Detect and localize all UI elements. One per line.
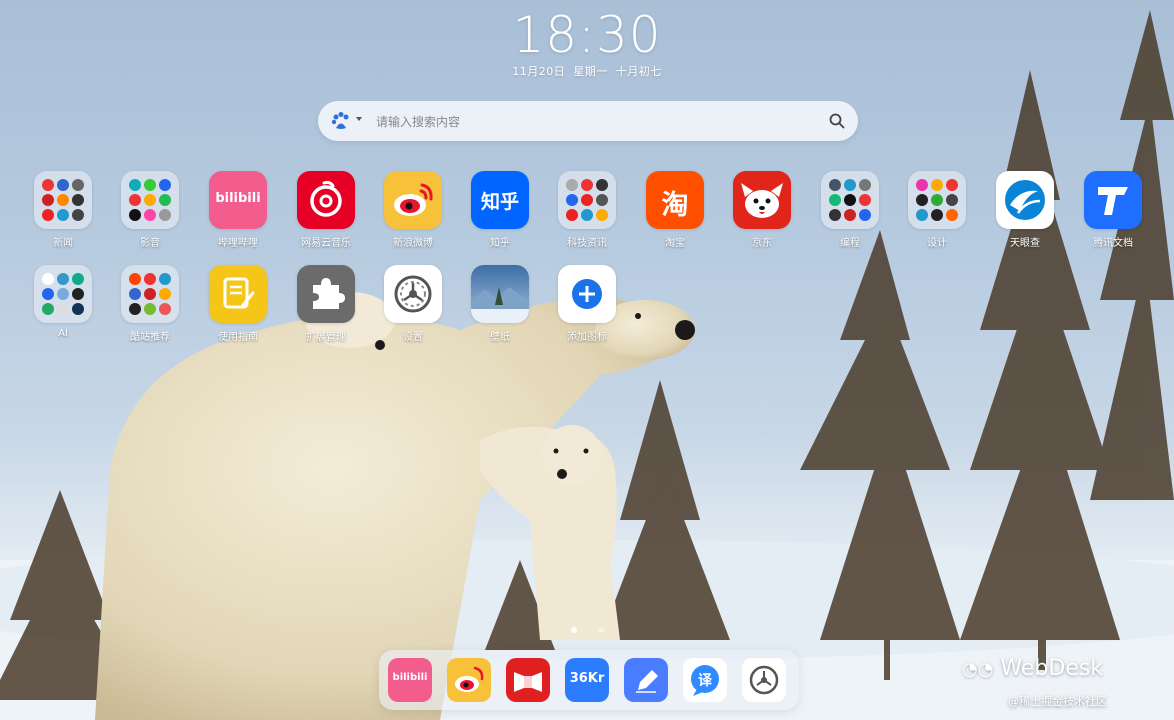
add-icon-tile bbox=[558, 265, 616, 323]
app-settings[interactable]: 设置 bbox=[373, 265, 453, 343]
dock-weibo-icon[interactable] bbox=[447, 658, 491, 702]
folder-icon bbox=[821, 171, 879, 229]
folder-cool-sites[interactable]: 酷站推荐 bbox=[110, 265, 190, 343]
watermark-sub: @稀土掘金技术社区 bbox=[1008, 695, 1107, 708]
dock-gear-icon[interactable] bbox=[742, 658, 786, 702]
folder-icon bbox=[34, 171, 92, 229]
app-zhihu[interactable]: 知乎 知乎 bbox=[460, 171, 540, 249]
app-taobao[interactable]: 淘 淘宝 bbox=[635, 171, 715, 249]
36kr-glyph: 36Kr bbox=[569, 671, 605, 686]
watermark-brand: ◔◔ WebDesk bbox=[962, 656, 1103, 681]
app-label: 编程 bbox=[840, 238, 860, 249]
wechat-icon: ◔◔ bbox=[962, 659, 994, 680]
translate-glyph: 译 bbox=[698, 673, 712, 689]
folder-icon bbox=[34, 265, 92, 323]
app-label: 扩展管理 bbox=[306, 332, 346, 343]
folder-icon bbox=[908, 171, 966, 229]
folder-tech-news[interactable]: 科技资讯 bbox=[547, 171, 627, 249]
app-label: 天眼查 bbox=[1010, 238, 1040, 249]
app-jd[interactable]: 京东 bbox=[722, 171, 802, 249]
page-indicator-active[interactable] bbox=[571, 627, 577, 633]
plus-icon bbox=[572, 279, 602, 309]
clock-time: 18:30 bbox=[512, 6, 662, 64]
search-input[interactable] bbox=[374, 101, 818, 143]
dock-pen-note-icon[interactable] bbox=[624, 658, 668, 702]
app-add-icon[interactable]: 添加图标 bbox=[547, 265, 627, 343]
folder-programming[interactable]: 编程 bbox=[810, 171, 890, 249]
lunar-date-text: 十月初七 bbox=[615, 65, 662, 78]
search-bar bbox=[318, 101, 858, 143]
app-label: 新浪微博 bbox=[393, 238, 433, 249]
app-tencent-docs[interactable]: 腾讯文档 bbox=[1073, 171, 1153, 249]
dock-translate-icon[interactable]: 译 bbox=[683, 658, 727, 702]
app-label: 淘宝 bbox=[665, 238, 685, 249]
app-label: 新闻 bbox=[53, 238, 73, 249]
folder-icon bbox=[121, 265, 179, 323]
app-label: 科技资讯 bbox=[567, 238, 607, 249]
taobao-glyph: 淘 bbox=[661, 190, 689, 221]
app-tianyancha[interactable]: 天眼查 bbox=[985, 171, 1065, 249]
folder-ai[interactable]: AI bbox=[23, 265, 103, 339]
weekday-text: 星期一 bbox=[573, 65, 608, 78]
app-label: 腾讯文档 bbox=[1093, 238, 1133, 249]
app-label: 网易云音乐 bbox=[301, 238, 351, 249]
app-label: 设置 bbox=[403, 332, 423, 343]
app-wallpaper[interactable]: 壁纸 bbox=[460, 265, 540, 343]
watermark-brand-text: WebDesk bbox=[1000, 656, 1104, 681]
folder-icon bbox=[558, 171, 616, 229]
folder-design[interactable]: 设计 bbox=[897, 171, 977, 249]
app-label: 使用指南 bbox=[218, 332, 258, 343]
app-label: 哔哩哔哩 bbox=[218, 238, 258, 249]
dock: bilibili 36Kr 译 bbox=[379, 650, 799, 710]
app-label: 酷站推荐 bbox=[130, 332, 170, 343]
app-label: 影音 bbox=[140, 238, 160, 249]
weibo-icon bbox=[384, 171, 442, 229]
app-user-guide[interactable]: 使用指南 bbox=[198, 265, 278, 343]
app-netease-music[interactable]: 网易云音乐 bbox=[286, 171, 366, 249]
app-label: 设计 bbox=[927, 238, 947, 249]
app-label: 壁纸 bbox=[490, 332, 510, 343]
netease-music-icon bbox=[297, 171, 355, 229]
app-weibo[interactable]: 新浪微博 bbox=[373, 171, 453, 249]
tianyancha-icon bbox=[996, 171, 1054, 229]
dock-36kr-icon[interactable]: 36Kr bbox=[565, 658, 609, 702]
app-extensions[interactable]: 扩展管理 bbox=[286, 265, 366, 343]
zhihu-glyph: 知乎 bbox=[480, 191, 519, 213]
folder-icon bbox=[121, 171, 179, 229]
app-label: 京东 bbox=[752, 238, 772, 249]
tencent-docs-icon bbox=[1084, 171, 1142, 229]
bilibili-icon: bilibili bbox=[209, 171, 267, 229]
app-label: 添加图标 bbox=[567, 332, 607, 343]
search-icon[interactable] bbox=[828, 112, 846, 130]
puzzle-icon bbox=[297, 265, 355, 323]
dock-bilibili-icon[interactable]: bilibili bbox=[388, 658, 432, 702]
guide-icon bbox=[209, 265, 267, 323]
dock-red-panel-icon[interactable] bbox=[506, 658, 550, 702]
clock-date: 11月20日 星期一 十月初七 bbox=[0, 63, 1174, 79]
wallpaper-icon bbox=[471, 265, 529, 323]
date-text: 11月20日 bbox=[512, 65, 566, 78]
app-label: 知乎 bbox=[490, 238, 510, 249]
folder-media[interactable]: 影音 bbox=[110, 171, 190, 249]
taobao-icon: 淘 bbox=[646, 171, 704, 229]
jd-dog-icon bbox=[733, 171, 791, 229]
zhihu-icon: 知乎 bbox=[471, 171, 529, 229]
folder-news[interactable]: 新闻 bbox=[23, 171, 103, 249]
baidu-paw-icon[interactable] bbox=[330, 110, 352, 132]
app-label: AI bbox=[58, 328, 68, 339]
gear-icon bbox=[384, 265, 442, 323]
page-indicator[interactable] bbox=[598, 627, 604, 633]
engine-dropdown-caret-icon[interactable] bbox=[356, 117, 362, 121]
app-bilibili[interactable]: bilibili 哔哩哔哩 bbox=[198, 171, 278, 249]
